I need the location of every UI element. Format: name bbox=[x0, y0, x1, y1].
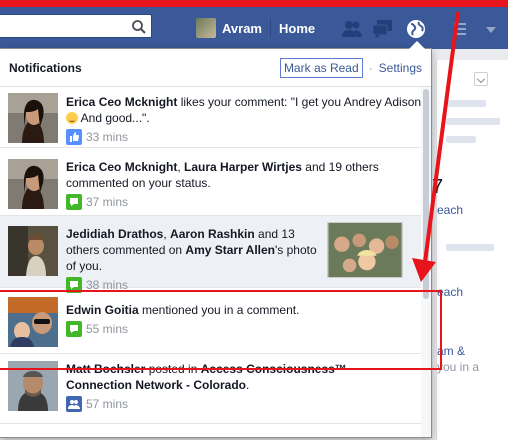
avatar bbox=[8, 361, 58, 411]
photo-thumbnail[interactable] bbox=[327, 222, 403, 278]
profile-avatar bbox=[196, 18, 216, 38]
flyout-beak bbox=[409, 41, 425, 49]
account-caret-icon[interactable] bbox=[486, 27, 496, 33]
notification-meta: 37 mins bbox=[66, 194, 423, 210]
notification-time: 55 mins bbox=[86, 322, 129, 336]
background-text: you in a bbox=[437, 360, 480, 374]
notification-text: Erica Ceo Mcknight likes your comment: "… bbox=[66, 95, 422, 125]
comment-icon bbox=[66, 321, 82, 337]
flyout-header: Notifications Mark as Read · Settings bbox=[0, 49, 431, 87]
notification-item[interactable]: Erica Ceo Mcknight, Laura Harper Wirtjes… bbox=[0, 148, 431, 216]
nav-divider bbox=[270, 18, 271, 38]
avatar bbox=[8, 226, 58, 276]
notification-item[interactable]: Erica Ceo Mcknight likes your comment: "… bbox=[0, 87, 431, 148]
background-link[interactable]: each bbox=[437, 203, 463, 217]
home-link[interactable]: Home bbox=[279, 21, 315, 36]
placeholder-line bbox=[446, 244, 494, 251]
placeholder-line bbox=[446, 118, 500, 125]
notification-meta: 33 mins bbox=[66, 129, 423, 145]
avatar bbox=[8, 159, 58, 209]
avatar bbox=[8, 93, 58, 143]
annotation-top-red-bar bbox=[0, 0, 508, 7]
avatar bbox=[8, 297, 58, 347]
globe-icon bbox=[407, 20, 425, 38]
notification-text: Edwin Goitia mentioned you in a comment. bbox=[66, 303, 300, 317]
separator-dot: · bbox=[368, 60, 373, 75]
scrollbar-thumb[interactable] bbox=[423, 89, 429, 299]
profile-link[interactable]: Avram bbox=[196, 16, 262, 40]
notification-item[interactable]: Edwin Goitia mentioned you in a comment.… bbox=[0, 288, 431, 354]
background-link[interactable]: am & bbox=[437, 344, 465, 358]
notification-item[interactable]: Matt Bochsler posted in Access Conscious… bbox=[0, 354, 431, 424]
notifications-button[interactable] bbox=[401, 15, 431, 43]
notification-time: 33 mins bbox=[86, 130, 129, 144]
smile-emoji-icon bbox=[66, 112, 78, 124]
friend-requests-icon[interactable] bbox=[341, 19, 363, 39]
notification-meta: 55 mins bbox=[66, 321, 423, 337]
notification-item[interactable]: Jedidiah Drathos, Aaron Rashkin and 13 o… bbox=[0, 216, 431, 293]
placeholder-line bbox=[446, 100, 486, 107]
notification-meta: 57 mins bbox=[66, 396, 423, 412]
background-link[interactable]: each bbox=[437, 285, 463, 299]
notifications-flyout: Notifications Mark as Read · Settings Er… bbox=[0, 48, 432, 438]
mark-as-read-link[interactable]: Mark as Read bbox=[279, 57, 363, 78]
chevron-down-icon[interactable] bbox=[474, 72, 488, 86]
notification-time: 57 mins bbox=[86, 397, 129, 411]
search-input[interactable] bbox=[0, 15, 120, 37]
search-box[interactable] bbox=[0, 14, 152, 38]
notification-text: Jedidiah Drathos, Aaron Rashkin and 13 o… bbox=[66, 227, 317, 273]
settings-link[interactable]: Settings bbox=[379, 61, 422, 75]
group-icon bbox=[66, 396, 82, 412]
background-count: 7 bbox=[432, 176, 444, 198]
messages-icon[interactable] bbox=[372, 19, 394, 39]
placeholder-line bbox=[446, 136, 476, 143]
flyout-title: Notifications bbox=[9, 60, 82, 75]
comment-icon bbox=[66, 194, 82, 210]
notification-text: Erica Ceo Mcknight, Laura Harper Wirtjes… bbox=[66, 160, 379, 190]
like-icon bbox=[66, 129, 82, 145]
search-icon[interactable] bbox=[131, 19, 147, 35]
quick-links-area[interactable] bbox=[448, 14, 508, 44]
notification-text: Matt Bochsler posted in Access Conscious… bbox=[66, 362, 347, 392]
notification-time: 37 mins bbox=[86, 195, 129, 209]
profile-name: Avram bbox=[222, 20, 262, 36]
